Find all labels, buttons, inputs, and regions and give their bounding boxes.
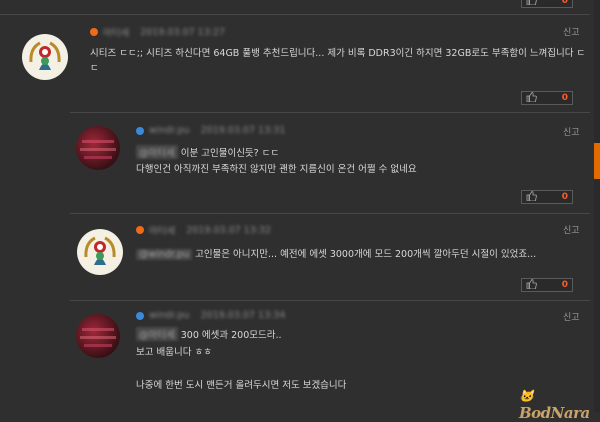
comment-text: @마터세 이분 고인물이신듯? ㄷㄷ	[136, 145, 279, 159]
comment-text: 나중에 한번 도시 맨든거 올려두시면 저도 보겠습니다	[136, 380, 347, 391]
comment-meta: windr.pu 2019.03.07 13:31	[136, 125, 285, 136]
author-name[interactable]: 마터세	[149, 223, 175, 237]
reply-comment: windr.pu 2019.03.07 13:31 신고 @마터세 이분 고인물이…	[0, 112, 590, 213]
comment-text: @마터세 300 에셋과 200모드라..	[136, 327, 282, 341]
thumbs-up-icon	[526, 278, 537, 292]
comment-time: 2019.03.07 13:34	[200, 310, 286, 321]
avatar[interactable]	[76, 126, 120, 170]
mention-tag[interactable]: @마터세	[136, 145, 178, 159]
comment-time: 2019.03.07 13:27	[140, 26, 226, 38]
report-link[interactable]: 신고	[563, 25, 580, 38]
site-logo: 🐱BodNara	[519, 389, 590, 422]
author-name[interactable]: 마터세	[103, 25, 129, 39]
mention-tag[interactable]: @windr.pu	[136, 249, 193, 260]
like-count: 0	[561, 93, 568, 103]
like-button[interactable]: 0	[521, 91, 573, 105]
reply-comment: windr.pu 2019.03.07 13:34 신고 @마터세 300 에셋과…	[0, 300, 590, 412]
cat-icon: 🐱	[519, 389, 534, 403]
like-count: 0	[561, 192, 568, 202]
author-name[interactable]: windr.pu	[149, 125, 190, 136]
report-link[interactable]: 신고	[563, 125, 580, 138]
comment-text: 다행인건 아직까진 부족하진 않지만 괜한 지름신이 온건 어쩔 수 없네요	[136, 164, 417, 175]
like-button[interactable]: 0	[521, 190, 573, 204]
comment-text: 보고 배웁니다 ㅎㅎ	[136, 347, 212, 358]
scrollbar-thumb[interactable]	[594, 143, 600, 179]
like-count: 0	[561, 280, 568, 290]
like-button[interactable]: 0	[521, 278, 573, 292]
user-level-icon	[136, 126, 144, 135]
author-name[interactable]: windr.pu	[149, 310, 190, 321]
like-count: 0	[561, 0, 568, 6]
comment-time: 2019.03.07 13:31	[200, 125, 286, 136]
comment-meta: 마터세 2019.03.07 13:27	[90, 25, 225, 39]
scrollbar-track[interactable]	[594, 0, 600, 412]
thumbs-up-icon	[526, 0, 537, 8]
thumbs-up-icon	[526, 190, 537, 204]
user-level-icon	[136, 311, 144, 320]
comment-time: 2019.03.07 13:32	[186, 224, 272, 236]
user-level-icon	[136, 226, 144, 234]
like-button[interactable]: 0	[521, 0, 573, 8]
comment-meta: windr.pu 2019.03.07 13:34	[136, 310, 285, 321]
comment-text: @windr.pu 고인물은 아니지만... 예전에 에셋 3000개에 모드 2…	[136, 246, 536, 260]
mention-tag[interactable]: @마터세	[136, 327, 178, 341]
comment-text: 시티즈 ㄷㄷ;; 시티즈 하신다면 64GB 풀뱅 추천드립니다... 제가 비…	[90, 48, 586, 59]
thumbs-up-icon	[526, 91, 537, 105]
avatar[interactable]	[76, 314, 120, 358]
comment-meta: 마터세 2019.03.07 13:32	[136, 223, 271, 237]
comment-text: ㄷ	[90, 63, 99, 74]
avatar[interactable]	[77, 229, 123, 275]
reply-comment: 마터세 2019.03.07 13:32 신고 @windr.pu 고인물은 아니…	[0, 213, 590, 300]
avatar[interactable]	[22, 34, 68, 80]
comment: 마터세 2019.03.07 13:27 신고 시티즈 ㄷㄷ;; 시티즈 하신다…	[0, 14, 590, 112]
user-level-icon	[90, 28, 98, 36]
report-link[interactable]: 신고	[563, 223, 580, 236]
report-link[interactable]: 신고	[563, 310, 580, 323]
